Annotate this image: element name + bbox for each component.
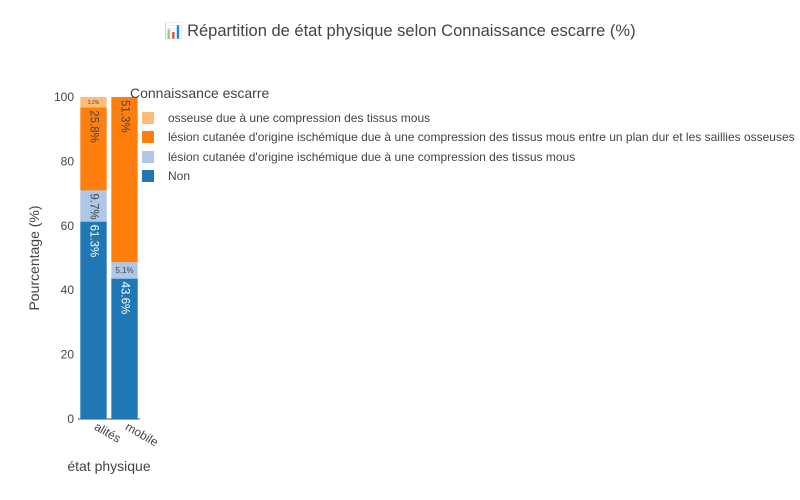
legend-label: lésion cutanée d'origine ischémique due … bbox=[168, 149, 576, 164]
legend-label: Non bbox=[168, 169, 191, 184]
bar-value-label: 61.3% bbox=[87, 225, 99, 258]
y-tick-label: 60 bbox=[61, 219, 75, 233]
legend-title: Connaissance escarre bbox=[130, 85, 270, 101]
legend-label: osseuse due à une compression des tissus… bbox=[168, 110, 431, 125]
bar-value-label: 3.2% bbox=[88, 100, 100, 106]
legend-label: lésion cutanée d'origine ischémique due … bbox=[168, 130, 795, 145]
bar-value-label: 43.6% bbox=[118, 282, 130, 315]
legend-swatch bbox=[142, 170, 154, 183]
legend-item[interactable]: osseuse due à une compression des tissus… bbox=[130, 108, 795, 128]
bar-value-label: 25.8% bbox=[87, 110, 99, 143]
legend-swatch bbox=[142, 131, 154, 144]
legend: Connaissance escarre osseuse due à une c… bbox=[130, 85, 795, 186]
chart-root: 📊 Répartition de état physique selon Conn… bbox=[0, 0, 800, 500]
legend-item[interactable]: lésion cutanée d'origine ischémique due … bbox=[130, 128, 795, 148]
bar-value-label: 5.1% bbox=[115, 266, 133, 275]
legend-item[interactable]: Non bbox=[130, 167, 795, 187]
legend-swatch bbox=[142, 111, 154, 124]
y-axis-title: Pourcentage (%) bbox=[26, 205, 42, 310]
x-tick-label: alités bbox=[92, 419, 123, 445]
y-tick-label: 80 bbox=[61, 154, 75, 168]
x-axis-title: état physique bbox=[67, 458, 150, 474]
y-tick-label: 20 bbox=[61, 348, 75, 362]
chart-canvas: 0 20 40 60 80 100 61.3% 9.7% 25.8% 3.2% alités 43.6… bbox=[26, 90, 161, 474]
legend-items: osseuse due à une compression des tissus… bbox=[130, 108, 795, 186]
legend-item[interactable]: lésion cutanée d'origine ischémique due … bbox=[130, 147, 795, 167]
y-tick-label: 100 bbox=[54, 90, 74, 104]
bar-value-label: 51.3% bbox=[118, 100, 130, 133]
legend-swatch bbox=[142, 150, 154, 163]
y-tick-label: 40 bbox=[61, 283, 75, 297]
bar-value-label: 9.7% bbox=[87, 193, 99, 219]
y-tick-label: 0 bbox=[67, 412, 74, 426]
x-tick-label: mobile bbox=[123, 419, 161, 449]
